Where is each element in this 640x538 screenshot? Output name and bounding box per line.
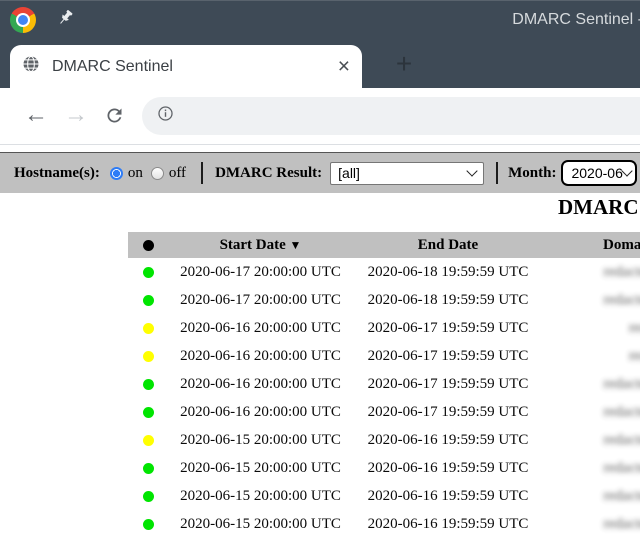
status-dot-yellow-icon xyxy=(143,351,154,362)
tab-close-icon[interactable]: × xyxy=(338,56,350,77)
pushpin-icon[interactable] xyxy=(56,8,75,32)
domain-redacted-text: redactedexampledomain.com xyxy=(603,432,640,448)
status-dot-icon xyxy=(143,240,154,251)
dmarc-result-select[interactable]: [all] xyxy=(330,162,484,185)
chevron-down-icon xyxy=(466,165,477,176)
domain-redacted-text: redactedexampledomain.com xyxy=(603,488,640,504)
sort-desc-icon: ▼ xyxy=(290,238,302,252)
domain-redacted-text: redactedexampledomain.com xyxy=(603,404,640,420)
table-row[interactable]: 2020-06-16 20:00:00 UTC2020-06-17 19:59:… xyxy=(128,342,640,370)
tab-strip: DMARC Sentinel × + xyxy=(0,40,640,88)
start-date-cell: 2020-06-16 20:00:00 UTC xyxy=(168,314,353,342)
end-date-cell: 2020-06-18 19:59:59 UTC xyxy=(353,286,543,314)
domain-redacted-text: redacteddomain.com xyxy=(629,348,640,364)
chrome-logo-icon xyxy=(10,7,36,33)
status-dot-green-icon xyxy=(143,407,154,418)
dmarc-result-value: [all] xyxy=(338,165,360,181)
end-date-column-header[interactable]: End Date xyxy=(353,232,543,258)
window-titlebar: DMARC Sentinel - xyxy=(0,0,640,40)
table-row[interactable]: 2020-06-15 20:00:00 UTC2020-06-16 19:59:… xyxy=(128,426,640,454)
end-date-cell: 2020-06-17 19:59:59 UTC xyxy=(353,398,543,426)
status-dot-yellow-icon xyxy=(143,323,154,334)
dmarc-result-label: DMARC Result: xyxy=(215,165,322,182)
back-icon[interactable]: ← xyxy=(24,103,48,127)
page-title: DMARC xyxy=(558,195,638,220)
table-header-row: Start Date ▼ End Date Domain xyxy=(128,232,640,258)
tab-title: DMARC Sentinel xyxy=(52,58,173,76)
month-label: Month: xyxy=(508,165,556,182)
browser-navbar: ← → xyxy=(0,88,640,145)
end-date-cell: 2020-06-17 19:59:59 UTC xyxy=(353,370,543,398)
report-table: Start Date ▼ End Date Domain 2020-06-17 … xyxy=(128,232,640,538)
globe-icon xyxy=(22,55,40,78)
status-dot-green-icon xyxy=(143,379,154,390)
status-dot-green-icon xyxy=(143,267,154,278)
end-date-cell: 2020-06-16 19:59:59 UTC xyxy=(353,510,543,538)
status-dot-green-icon xyxy=(143,463,154,474)
start-date-cell: 2020-06-17 20:00:00 UTC xyxy=(168,258,353,286)
domain-redacted-text: redactedexampledomain.com xyxy=(603,460,640,476)
table-row[interactable]: 2020-06-17 20:00:00 UTC2020-06-18 19:59:… xyxy=(128,286,640,314)
start-date-cell: 2020-06-15 20:00:00 UTC xyxy=(168,482,353,510)
address-bar[interactable] xyxy=(142,97,640,135)
domain-header-label: Domain xyxy=(603,237,640,253)
hostnames-on-label: on xyxy=(128,165,143,182)
browser-tab[interactable]: DMARC Sentinel × xyxy=(10,45,362,88)
start-date-cell: 2020-06-16 20:00:00 UTC xyxy=(168,398,353,426)
end-date-cell: 2020-06-16 19:59:59 UTC xyxy=(353,482,543,510)
window-title: DMARC Sentinel - xyxy=(512,11,640,29)
status-column-header[interactable] xyxy=(128,232,168,258)
hostnames-label: Hostname(s): xyxy=(14,165,100,182)
end-date-cell: 2020-06-16 19:59:59 UTC xyxy=(353,426,543,454)
domain-column-header[interactable]: Domain xyxy=(543,232,640,258)
hostnames-off-label: off xyxy=(169,165,186,182)
new-tab-button[interactable]: + xyxy=(388,48,420,80)
end-date-cell: 2020-06-17 19:59:59 UTC xyxy=(353,314,543,342)
table-row[interactable]: 2020-06-16 20:00:00 UTC2020-06-17 19:59:… xyxy=(128,398,640,426)
hostnames-on-radio[interactable] xyxy=(110,167,123,180)
status-dot-green-icon xyxy=(143,491,154,502)
table-row[interactable]: 2020-06-16 20:00:00 UTC2020-06-17 19:59:… xyxy=(128,314,640,342)
end-date-cell: 2020-06-16 19:59:59 UTC xyxy=(353,454,543,482)
toolbar-divider xyxy=(201,162,203,184)
status-dot-yellow-icon xyxy=(143,435,154,446)
start-date-column-header[interactable]: Start Date ▼ xyxy=(168,232,353,258)
domain-redacted-text: redacteddomain.com xyxy=(629,320,640,336)
hostnames-off-radio[interactable] xyxy=(151,167,164,180)
start-date-cell: 2020-06-17 20:00:00 UTC xyxy=(168,286,353,314)
table-row[interactable]: 2020-06-17 20:00:00 UTC2020-06-18 19:59:… xyxy=(128,258,640,286)
start-date-cell: 2020-06-15 20:00:00 UTC xyxy=(168,454,353,482)
table-row[interactable]: 2020-06-16 20:00:00 UTC2020-06-17 19:59:… xyxy=(128,370,640,398)
toolbar-divider xyxy=(496,162,498,184)
start-date-cell: 2020-06-15 20:00:00 UTC xyxy=(168,510,353,538)
month-select[interactable]: 2020-06 xyxy=(564,163,634,183)
start-date-cell: 2020-06-15 20:00:00 UTC xyxy=(168,426,353,454)
end-date-cell: 2020-06-18 19:59:59 UTC xyxy=(353,258,543,286)
reload-icon[interactable] xyxy=(104,105,125,131)
forward-icon: → xyxy=(64,103,88,127)
start-date-header-label: Start Date xyxy=(220,237,286,253)
filter-toolbar: Hostname(s): on off DMARC Result: [all] … xyxy=(0,152,640,193)
table-row[interactable]: 2020-06-15 20:00:00 UTC2020-06-16 19:59:… xyxy=(128,510,640,538)
month-select-focus-ring: 2020-06 xyxy=(561,160,637,186)
month-value: 2020-06 xyxy=(571,165,622,181)
table-body: 2020-06-17 20:00:00 UTC2020-06-18 19:59:… xyxy=(128,258,640,538)
table-row[interactable]: 2020-06-15 20:00:00 UTC2020-06-16 19:59:… xyxy=(128,482,640,510)
end-date-cell: 2020-06-17 19:59:59 UTC xyxy=(353,342,543,370)
domain-redacted-text: redactedexampledomain.com xyxy=(603,516,640,532)
status-dot-green-icon xyxy=(143,519,154,530)
domain-redacted-text: redactedexampledomain.com xyxy=(603,292,640,308)
status-dot-green-icon xyxy=(143,295,154,306)
domain-redacted-text: redactedexampledomain.com xyxy=(603,264,640,280)
info-icon[interactable] xyxy=(157,105,174,127)
domain-redacted-text: redactedexampledomain.com xyxy=(603,376,640,392)
table-row[interactable]: 2020-06-15 20:00:00 UTC2020-06-16 19:59:… xyxy=(128,454,640,482)
end-date-header-label: End Date xyxy=(418,237,478,253)
start-date-cell: 2020-06-16 20:00:00 UTC xyxy=(168,370,353,398)
start-date-cell: 2020-06-16 20:00:00 UTC xyxy=(168,342,353,370)
